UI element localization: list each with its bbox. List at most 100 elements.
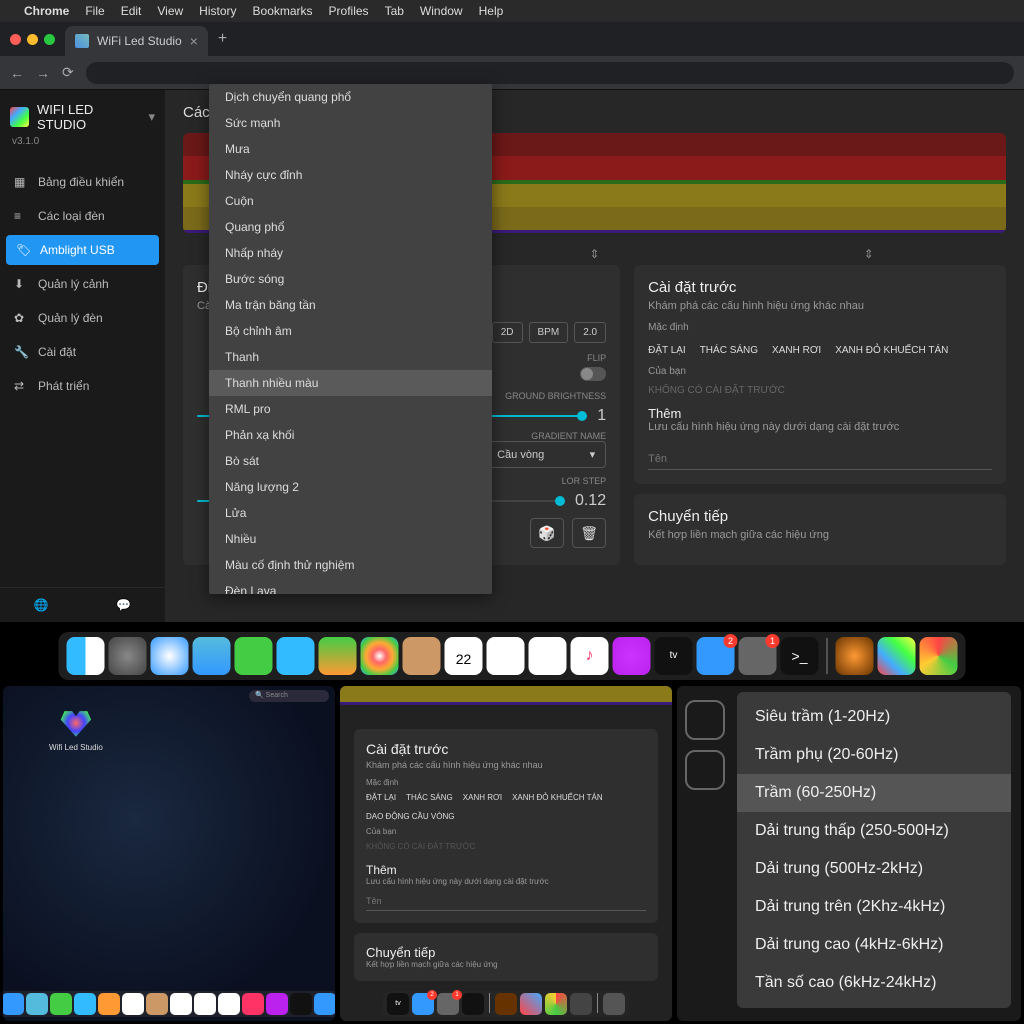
effect-option[interactable]: Đèn Lava bbox=[209, 578, 492, 594]
forward-button[interactable]: → bbox=[36, 65, 50, 81]
slot-icon[interactable] bbox=[685, 700, 725, 740]
effect-option[interactable]: Dịch chuyển quang phổ bbox=[209, 84, 492, 110]
music-icon[interactable]: ♪ bbox=[571, 637, 609, 675]
frequency-option[interactable]: Dải trung cao (4kHz-6kHz) bbox=[737, 926, 1011, 964]
effect-option[interactable]: Bộ chỉnh âm bbox=[209, 318, 492, 344]
effect-option[interactable]: Màu cố định thử nghiệm bbox=[209, 552, 492, 578]
dock-icon[interactable] bbox=[98, 993, 120, 1015]
new-tab-button[interactable]: + bbox=[208, 30, 237, 48]
preset-item[interactable]: XANH ĐỎ KHUẾCH TÁN bbox=[835, 345, 948, 356]
preset-item[interactable]: XANH RƠI bbox=[772, 345, 821, 356]
browser-tab[interactable]: WiFi Led Studio × bbox=[65, 26, 208, 56]
dock-icon[interactable] bbox=[266, 993, 288, 1015]
sidebar-item-dashboard[interactable]: ▦Bảng điều khiển bbox=[0, 165, 165, 199]
tab-2d[interactable]: 2D bbox=[492, 322, 523, 343]
sidebar-item-lights[interactable]: ≡Các loại đèn bbox=[0, 199, 165, 233]
reminders-icon[interactable] bbox=[487, 637, 525, 675]
appstore-icon[interactable]: 2 bbox=[697, 637, 735, 675]
dock-icon[interactable] bbox=[545, 993, 567, 1015]
dock-icon[interactable] bbox=[50, 993, 72, 1015]
close-window[interactable] bbox=[10, 34, 21, 45]
handle-icon[interactable]: ⇕ bbox=[589, 247, 599, 261]
dock-icon[interactable]: 2 bbox=[412, 993, 434, 1015]
frequency-option[interactable]: Siêu trầm (1-20Hz) bbox=[737, 698, 1011, 736]
frequency-option[interactable]: Dải trung (500Hz-2kHz) bbox=[737, 850, 1011, 888]
preset-item[interactable]: THÁC SÁNG bbox=[700, 345, 758, 356]
menu-window[interactable]: Window bbox=[420, 4, 463, 18]
podcasts-icon[interactable] bbox=[613, 637, 651, 675]
notes-icon[interactable] bbox=[529, 637, 567, 675]
trash-icon[interactable] bbox=[603, 993, 625, 1015]
dock-icon[interactable] bbox=[314, 993, 335, 1015]
maps-icon[interactable] bbox=[319, 637, 357, 675]
tab-20[interactable]: 2.0 bbox=[574, 322, 606, 343]
effect-option[interactable]: Thanh bbox=[209, 344, 492, 370]
menu-file[interactable]: File bbox=[85, 4, 104, 18]
preset-item[interactable]: XANH RƠI bbox=[463, 793, 502, 802]
dock-icon[interactable]: 1 bbox=[437, 993, 459, 1015]
effect-option[interactable]: Nháy cực đỉnh bbox=[209, 162, 492, 188]
messages2-icon[interactable] bbox=[277, 637, 315, 675]
spotlight-search[interactable]: 🔍 Search bbox=[249, 690, 329, 702]
preset-reset[interactable]: ĐẶT LẠI bbox=[648, 345, 686, 356]
frequency-option[interactable]: Dải trung trên (2Khz-4kHz) bbox=[737, 888, 1011, 926]
preset-item[interactable]: ĐẶT LẠI bbox=[366, 793, 396, 802]
globe-icon[interactable]: 🌐 bbox=[34, 598, 49, 612]
effect-option[interactable]: Nhiều bbox=[209, 526, 492, 552]
effect-option[interactable]: Bò sát bbox=[209, 448, 492, 474]
tab-bpm[interactable]: BPM bbox=[529, 322, 569, 343]
gradient-select[interactable]: Cầu vòng▾ bbox=[486, 441, 606, 468]
handle-icon[interactable]: ⇕ bbox=[864, 247, 874, 261]
menu-view[interactable]: View bbox=[157, 4, 183, 18]
tv-icon[interactable]: tv bbox=[655, 637, 693, 675]
contacts-icon[interactable] bbox=[403, 637, 441, 675]
dock-icon[interactable] bbox=[26, 993, 48, 1015]
effect-option[interactable]: Năng lượng 2 bbox=[209, 474, 492, 500]
effect-option[interactable]: Thanh nhiều màu bbox=[209, 370, 492, 396]
effect-option[interactable]: Mưa bbox=[209, 136, 492, 162]
address-bar[interactable] bbox=[86, 62, 1014, 84]
sidebar-item-scenes[interactable]: ⬇Quản lý cảnh bbox=[0, 267, 165, 301]
dock-icon[interactable] bbox=[462, 993, 484, 1015]
dock-icon[interactable] bbox=[520, 993, 542, 1015]
mail-icon[interactable] bbox=[193, 637, 231, 675]
app1-icon[interactable] bbox=[836, 637, 874, 675]
sidebar-item-amblight[interactable]: 🏷Amblight USB bbox=[6, 235, 159, 265]
menu-bookmarks[interactable]: Bookmarks bbox=[253, 4, 313, 18]
preset-name-input[interactable] bbox=[648, 449, 992, 470]
delete-button[interactable]: 🗑 bbox=[572, 518, 606, 548]
dock-icon[interactable] bbox=[242, 993, 264, 1015]
dock-icon[interactable] bbox=[74, 993, 96, 1015]
dock-icon[interactable] bbox=[570, 993, 592, 1015]
effect-option[interactable]: Bước sóng bbox=[209, 266, 492, 292]
dock-icon[interactable]: tv bbox=[387, 993, 409, 1015]
dock-icon[interactable] bbox=[290, 993, 312, 1015]
minimize-window[interactable] bbox=[27, 34, 38, 45]
preset-name-input[interactable] bbox=[366, 892, 646, 911]
dock-icon[interactable] bbox=[194, 993, 216, 1015]
finder-icon[interactable] bbox=[67, 637, 105, 675]
effect-option[interactable]: Nhấp nháy bbox=[209, 240, 492, 266]
back-button[interactable]: ← bbox=[10, 65, 24, 81]
frequency-option[interactable]: Tần số cao (6kHz-24kHz) bbox=[737, 964, 1011, 1002]
menu-profiles[interactable]: Profiles bbox=[329, 4, 369, 18]
launchpad-icon[interactable] bbox=[109, 637, 147, 675]
sidebar-item-dev[interactable]: ⇄Phát triển bbox=[0, 369, 165, 403]
frequency-option[interactable]: Trầm (60-250Hz) bbox=[737, 774, 1011, 812]
sidebar-item-lightmgr[interactable]: ✿Quản lý đèn bbox=[0, 301, 165, 335]
effect-dropdown[interactable]: Dịch chuyển quang phổSức mạnhMưaNháy cực… bbox=[209, 84, 492, 594]
chevron-down-icon[interactable]: ▾ bbox=[148, 109, 155, 125]
sidebar-item-settings[interactable]: 🔧Cài đặt bbox=[0, 335, 165, 369]
close-tab-icon[interactable]: × bbox=[190, 33, 198, 49]
settings-icon[interactable]: 1 bbox=[739, 637, 777, 675]
dock-icon[interactable] bbox=[122, 993, 144, 1015]
wifiledstudio-icon[interactable] bbox=[878, 637, 916, 675]
calendar-icon[interactable]: 22 bbox=[445, 637, 483, 675]
dock-icon[interactable] bbox=[495, 993, 517, 1015]
preset-item[interactable]: DAO ĐỘNG CẦU VÒNG bbox=[366, 812, 454, 821]
menu-history[interactable]: History bbox=[199, 4, 236, 18]
preset-item[interactable]: THÁC SÁNG bbox=[406, 793, 453, 802]
effect-option[interactable]: Phản xạ khối bbox=[209, 422, 492, 448]
photos-icon[interactable] bbox=[361, 637, 399, 675]
effect-option[interactable]: Sức mạnh bbox=[209, 110, 492, 136]
